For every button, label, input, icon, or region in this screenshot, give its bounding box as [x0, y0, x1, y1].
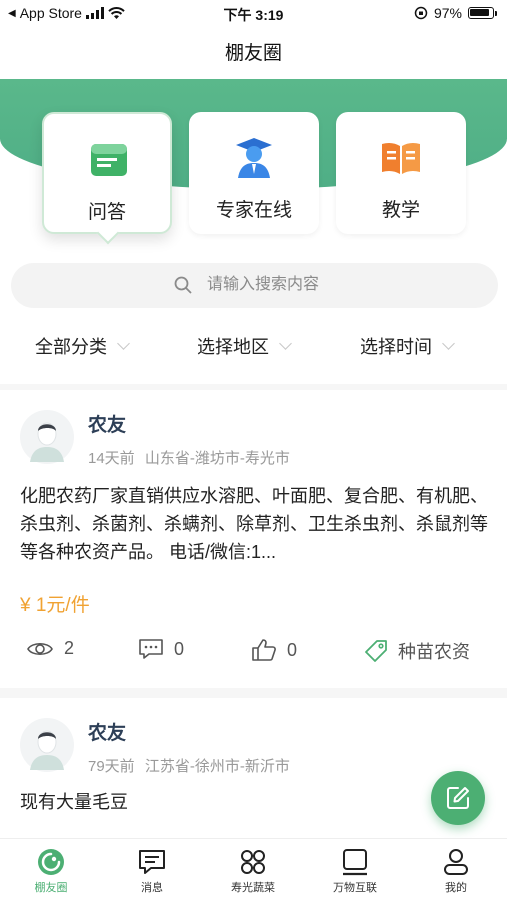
post-divider: [0, 688, 507, 698]
chevron-down-icon: [279, 337, 292, 350]
battery-percent: 97%: [433, 5, 462, 21]
tab-profile[interactable]: 我的: [421, 847, 491, 895]
tag-icon: [365, 640, 387, 662]
filter-region[interactable]: 选择地区: [197, 333, 292, 359]
filter-category-label: 全部分类: [35, 337, 107, 357]
category-teaching[interactable]: 教学: [336, 112, 466, 234]
battery-icon: [468, 7, 494, 19]
post-author[interactable]: 农友: [88, 718, 126, 745]
post-tag[interactable]: 种苗农资: [364, 638, 470, 664]
category-qa[interactable]: 问答: [42, 112, 172, 234]
page-title: 棚友圈: [224, 43, 282, 64]
filter-category[interactable]: 全部分类: [35, 333, 130, 359]
grid-icon: [241, 850, 265, 874]
tab-profile-label: 我的: [445, 882, 467, 894]
thumbs-up-icon: [252, 639, 276, 661]
comment-button[interactable]: 0: [138, 638, 184, 660]
tab-messages-label: 消息: [141, 882, 163, 894]
views-stat: 2: [26, 638, 74, 659]
post-content[interactable]: 现有大量毛豆: [20, 788, 492, 816]
edit-icon: [447, 787, 469, 809]
post-tag-label: 种苗农资: [398, 642, 470, 662]
post-time: 79天前: [88, 758, 135, 775]
bottom-tab-bar: 棚友圈 消息 寿光蔬菜 万物互联 我的: [0, 838, 507, 900]
category-expert-label: 专家在线: [215, 200, 292, 221]
chevron-down-icon: [442, 337, 455, 350]
post-meta: 79天前 江苏省-徐州市-新沂市: [88, 755, 290, 776]
views-count: 2: [64, 638, 75, 658]
like-count: 0: [287, 639, 298, 660]
monitor-icon: [343, 849, 367, 876]
compose-post-button[interactable]: [431, 771, 485, 825]
post-card[interactable]: 农友 14天前 山东省-潍坊市-寿光市 化肥农药厂家直销供应水溶肥、叶面肥、复合…: [0, 392, 507, 692]
tab-community-label: 棚友圈: [34, 882, 68, 894]
post-actions: 2 0 0 种苗农资: [0, 638, 507, 668]
post-location: 江苏省-徐州市-新沂市: [144, 758, 290, 775]
user-icon: [444, 849, 468, 875]
chevron-down-icon: [117, 337, 130, 350]
message-icon: [139, 850, 165, 874]
category-expert[interactable]: 专家在线: [189, 112, 319, 234]
tab-community[interactable]: 棚友圈: [16, 847, 86, 895]
post-price: ¥ 1元/件: [20, 595, 90, 616]
category-teaching-label: 教学: [381, 200, 420, 221]
tab-iot[interactable]: 万物互联: [320, 847, 390, 895]
post-location: 山东省-潍坊市-寿光市: [144, 450, 290, 467]
qa-doc-icon: [91, 144, 127, 176]
book-icon: [382, 142, 420, 174]
community-icon: [38, 849, 64, 875]
tab-iot-label: 万物互联: [333, 882, 377, 894]
tab-vegetables-label: 寿光蔬菜: [231, 882, 275, 894]
avatar-icon[interactable]: [20, 718, 74, 772]
post-card[interactable]: 农友 79天前 江苏省-徐州市-新沂市 现有大量毛豆: [0, 698, 507, 838]
search-input[interactable]: [207, 272, 457, 298]
comment-count: 0: [174, 638, 185, 659]
comment-icon: [139, 639, 163, 659]
like-button[interactable]: 0: [251, 638, 297, 662]
post-author[interactable]: 农友: [88, 410, 126, 437]
filter-time-label: 选择时间: [360, 337, 432, 357]
battery-tip: [495, 10, 497, 16]
post-time: 14天前: [88, 450, 135, 467]
status-right-group: 97%: [414, 5, 497, 21]
status-bar: ◀ App Store 下午 3:19 97%: [0, 0, 507, 28]
filter-bar: 全部分类 选择地区 选择时间: [0, 333, 507, 367]
category-qa-label: 问答: [87, 202, 126, 223]
filter-region-label: 选择地区: [197, 337, 269, 357]
search-icon: [174, 276, 192, 294]
section-divider: [0, 384, 507, 390]
avatar-icon[interactable]: [20, 410, 74, 464]
orientation-lock-icon: [414, 6, 428, 20]
post-content[interactable]: 化肥农药厂家直销供应水溶肥、叶面肥、复合肥、有机肥、杀虫剂、杀菌剂、杀螨剂、除草…: [20, 482, 492, 566]
tab-messages[interactable]: 消息: [117, 847, 187, 895]
filter-time[interactable]: 选择时间: [360, 333, 455, 359]
eye-icon: [27, 642, 53, 655]
search-bar[interactable]: [11, 263, 498, 308]
category-cards: 问答 专家在线 教学: [42, 112, 466, 242]
post-meta: 14天前 山东省-潍坊市-寿光市: [88, 447, 290, 468]
expert-icon: [236, 138, 272, 178]
tab-vegetables[interactable]: 寿光蔬菜: [218, 847, 288, 895]
